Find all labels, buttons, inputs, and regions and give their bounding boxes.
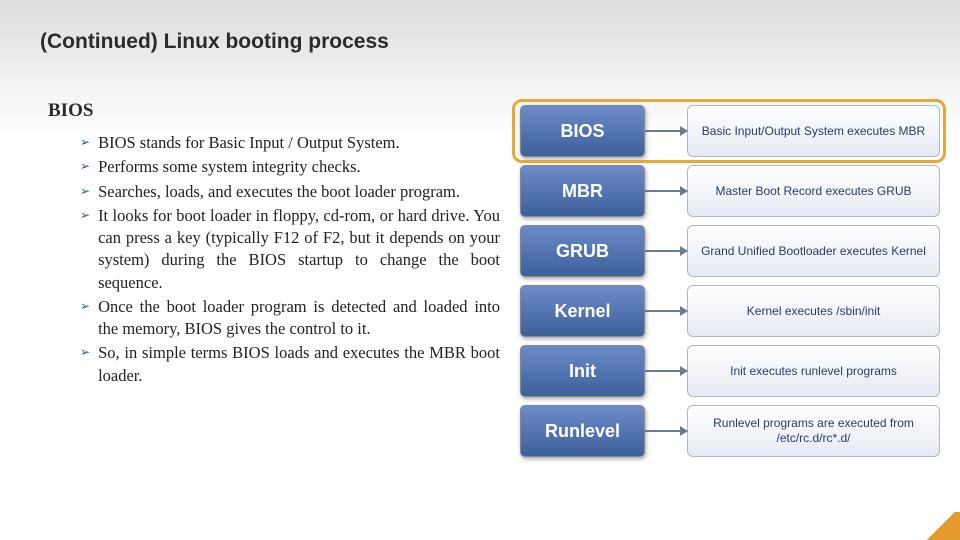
bullet-item: ➢ It looks for boot loader in floppy, cd-… [80, 205, 500, 294]
desc-box: Grand Unified Bootloader executes Kernel [687, 225, 940, 277]
bullet-text: Searches, loads, and executes the boot l… [98, 181, 460, 203]
desc-box: Kernel executes /sbin/init [687, 285, 940, 337]
bullet-item: ➢ Searches, loads, and executes the boot … [80, 181, 500, 203]
stage-box-kernel: Kernel [520, 285, 645, 337]
section-heading: BIOS [48, 100, 93, 122]
bullet-list: ➢ BIOS stands for Basic Input / Output Sy… [80, 132, 500, 389]
corner-decoration [924, 512, 960, 540]
bullet-text: Performs some system integrity checks. [98, 156, 361, 178]
bullet-item: ➢ BIOS stands for Basic Input / Output Sy… [80, 132, 500, 154]
arrow-icon [645, 105, 687, 157]
arrow-icon [645, 225, 687, 277]
bullet-text: So, in simple terms BIOS loads and execu… [98, 342, 500, 387]
bullet-item: ➢ Performs some system integrity checks. [80, 156, 500, 178]
desc-box: Master Boot Record executes GRUB [687, 165, 940, 217]
stage-box-init: Init [520, 345, 645, 397]
desc-box: Init executes runlevel programs [687, 345, 940, 397]
chevron-right-icon: ➢ [80, 135, 90, 149]
boot-diagram: BIOS Basic Input/Output System executes M… [520, 105, 940, 465]
diagram-row: BIOS Basic Input/Output System executes M… [520, 105, 940, 157]
page-title: (Continued) Linux booting process [40, 30, 389, 54]
stage-box-grub: GRUB [520, 225, 645, 277]
arrow-icon [645, 165, 687, 217]
arrow-icon [645, 285, 687, 337]
arrow-icon [645, 405, 687, 457]
chevron-right-icon: ➢ [80, 299, 90, 313]
stage-box-runlevel: Runlevel [520, 405, 645, 457]
chevron-right-icon: ➢ [80, 345, 90, 359]
bullet-text: It looks for boot loader in floppy, cd-r… [98, 205, 500, 294]
diagram-row: Kernel Kernel executes /sbin/init [520, 285, 940, 337]
diagram-row: Init Init executes runlevel programs [520, 345, 940, 397]
chevron-right-icon: ➢ [80, 159, 90, 173]
diagram-row: Runlevel Runlevel programs are executed f… [520, 405, 940, 457]
stage-box-bios: BIOS [520, 105, 645, 157]
desc-box: Runlevel programs are executed from /etc… [687, 405, 940, 457]
bullet-text: BIOS stands for Basic Input / Output Sys… [98, 132, 400, 154]
bullet-text: Once the boot loader program is detected… [98, 296, 500, 341]
bullet-item: ➢ Once the boot loader program is detecte… [80, 296, 500, 341]
stage-box-mbr: MBR [520, 165, 645, 217]
desc-box: Basic Input/Output System executes MBR [687, 105, 940, 157]
arrow-icon [645, 345, 687, 397]
chevron-right-icon: ➢ [80, 208, 90, 222]
diagram-row: MBR Master Boot Record executes GRUB [520, 165, 940, 217]
bullet-item: ➢ So, in simple terms BIOS loads and exec… [80, 342, 500, 387]
diagram-row: GRUB Grand Unified Bootloader executes Ke… [520, 225, 940, 277]
chevron-right-icon: ➢ [80, 184, 90, 198]
